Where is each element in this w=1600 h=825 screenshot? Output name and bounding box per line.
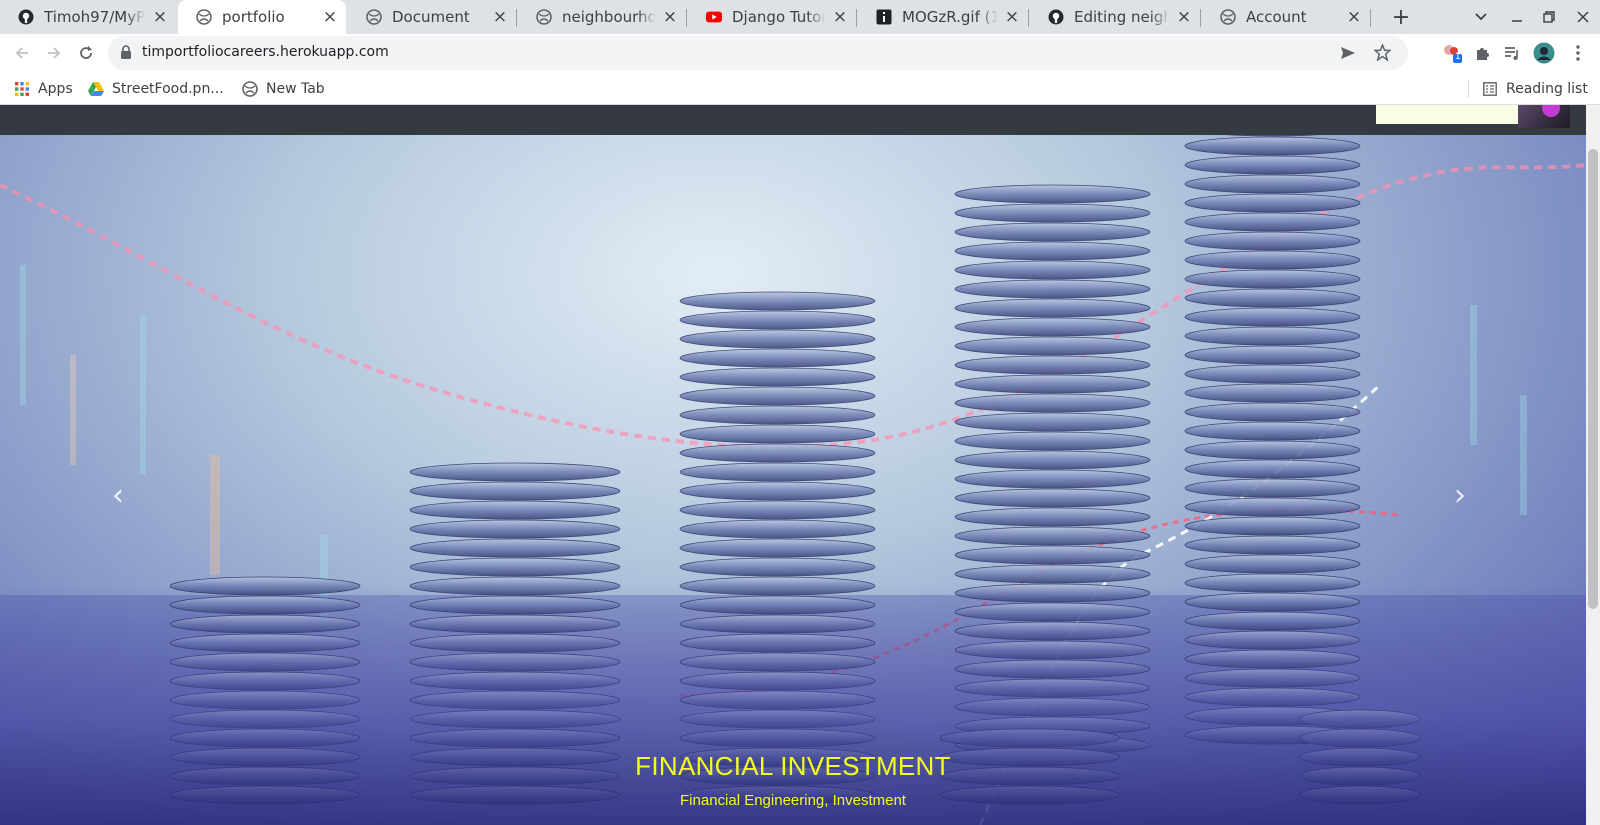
google-drive-icon bbox=[88, 81, 104, 97]
carousel-caption-title: FINANCIAL INVESTMENT bbox=[635, 751, 951, 781]
tab-title: Editing neighbourhood bbox=[1074, 8, 1170, 26]
bookmark-streetfood[interactable]: StreetFood.pn... bbox=[88, 78, 224, 100]
lock-icon[interactable] bbox=[120, 45, 132, 63]
tab-separator bbox=[1028, 9, 1029, 27]
bookmark-label: New Tab bbox=[266, 81, 325, 97]
globe-icon bbox=[536, 9, 552, 25]
globe-icon bbox=[366, 9, 382, 25]
site-navbar bbox=[0, 105, 1586, 135]
tab-search-chevron-icon[interactable] bbox=[1464, 0, 1498, 34]
close-window-icon[interactable] bbox=[1566, 0, 1600, 34]
scrollbar-thumb[interactable] bbox=[1588, 149, 1598, 609]
extension-icon[interactable]: 1 bbox=[1438, 39, 1466, 67]
bookmarks-divider bbox=[1468, 80, 1469, 98]
bookmark-apps[interactable]: Apps bbox=[14, 78, 73, 100]
forward-arrow-icon[interactable] bbox=[40, 39, 68, 67]
reading-list-label: Reading list bbox=[1506, 81, 1588, 97]
tab-separator bbox=[1200, 9, 1201, 27]
tab-mogzr-gif[interactable]: MOGzR.gif (1920 × bbox=[858, 0, 1028, 34]
tab-separator bbox=[516, 9, 517, 27]
puzzle-extensions-icon[interactable] bbox=[1468, 39, 1496, 67]
github-icon bbox=[18, 9, 34, 25]
globe-icon bbox=[196, 9, 212, 25]
web-page: ‹ › FINANCIAL INVESTMENT Financial Engin… bbox=[0, 105, 1586, 825]
extension-badge: 1 bbox=[1455, 52, 1461, 62]
hero-carousel: ‹ › FINANCIAL INVESTMENT Financial Engin… bbox=[0, 135, 1586, 825]
tab-title: MOGzR.gif (1920 bbox=[902, 8, 998, 26]
minimize-icon[interactable] bbox=[1500, 0, 1534, 34]
close-icon[interactable]: × bbox=[832, 9, 848, 26]
close-icon[interactable]: × bbox=[152, 9, 168, 26]
back-arrow-icon[interactable] bbox=[8, 39, 36, 67]
close-icon[interactable]: × bbox=[1176, 9, 1192, 26]
profile-avatar-icon[interactable] bbox=[1530, 39, 1558, 67]
reading-list-button[interactable]: Reading list bbox=[1482, 78, 1588, 100]
bookmark-label: Apps bbox=[38, 81, 73, 97]
tab-title: portfolio bbox=[222, 8, 285, 26]
send-icon[interactable] bbox=[1340, 45, 1356, 65]
carousel-caption-subtitle: Financial Engineering, Investment bbox=[680, 792, 906, 809]
close-icon[interactable]: × bbox=[1004, 9, 1020, 26]
page-scrollbar[interactable] bbox=[1586, 105, 1600, 825]
tab-separator bbox=[856, 9, 857, 27]
tab-separator bbox=[1370, 9, 1371, 27]
tab-title: Timoh97/MyPortfolio bbox=[44, 8, 146, 26]
tab-title: Django Tutorial bbox=[732, 8, 826, 26]
navbar-cutoff-panel bbox=[1376, 105, 1518, 124]
kebab-menu-icon[interactable] bbox=[1564, 39, 1592, 67]
apps-grid-icon bbox=[14, 81, 30, 97]
hero-floor-shade bbox=[0, 585, 1586, 825]
new-tab-button[interactable]: + bbox=[1384, 0, 1418, 34]
url-text: timportfoliocareers.herokuapp.com bbox=[142, 44, 389, 60]
carousel-prev-button[interactable]: ‹ bbox=[98, 475, 138, 515]
tab-github-myportfolio[interactable]: Timoh97/MyPortfolio × bbox=[0, 0, 176, 34]
close-icon[interactable]: × bbox=[322, 9, 338, 26]
tab-document[interactable]: Document × bbox=[348, 0, 516, 34]
globe-icon bbox=[242, 81, 258, 97]
tab-portfolio[interactable]: portfolio × bbox=[178, 0, 346, 34]
tab-strip: Timoh97/MyPortfolio × portfolio × Docume… bbox=[0, 0, 1600, 34]
close-icon[interactable]: × bbox=[1346, 9, 1362, 26]
reading-list-icon bbox=[1482, 81, 1498, 97]
close-icon[interactable]: × bbox=[492, 9, 508, 26]
tab-editing-neighbourhood[interactable]: Editing neighbourhood × bbox=[1030, 0, 1200, 34]
bookmark-label: StreetFood.pn... bbox=[112, 81, 224, 97]
globe-icon bbox=[1220, 9, 1236, 25]
image-icon bbox=[876, 9, 892, 25]
address-bar[interactable]: timportfoliocareers.herokuapp.com bbox=[108, 36, 1408, 70]
tab-title: Account bbox=[1246, 8, 1307, 26]
media-queue-icon[interactable] bbox=[1498, 39, 1526, 67]
browser-toolbar: timportfoliocareers.herokuapp.com 1 bbox=[0, 34, 1600, 72]
tab-neighbourhood[interactable]: neighbourhood × bbox=[518, 0, 686, 34]
carousel-next-button[interactable]: › bbox=[1440, 475, 1480, 515]
navbar-profile-image[interactable] bbox=[1518, 105, 1570, 128]
tab-django-tutorial[interactable]: Django Tutorial × bbox=[688, 0, 856, 34]
github-icon bbox=[1048, 9, 1064, 25]
star-icon[interactable] bbox=[1373, 43, 1392, 65]
youtube-icon bbox=[706, 9, 722, 25]
restore-icon[interactable] bbox=[1532, 0, 1566, 34]
tab-title: Document bbox=[392, 8, 470, 26]
tab-separator bbox=[686, 9, 687, 27]
bookmarks-bar: Apps StreetFood.pn... New Tab Reading li… bbox=[0, 72, 1600, 105]
close-icon[interactable]: × bbox=[662, 9, 678, 26]
tab-account[interactable]: Account × bbox=[1202, 0, 1370, 34]
reload-icon[interactable] bbox=[72, 39, 100, 67]
bookmark-new-tab[interactable]: New Tab bbox=[242, 78, 325, 100]
tab-title: neighbourhood bbox=[562, 8, 656, 26]
